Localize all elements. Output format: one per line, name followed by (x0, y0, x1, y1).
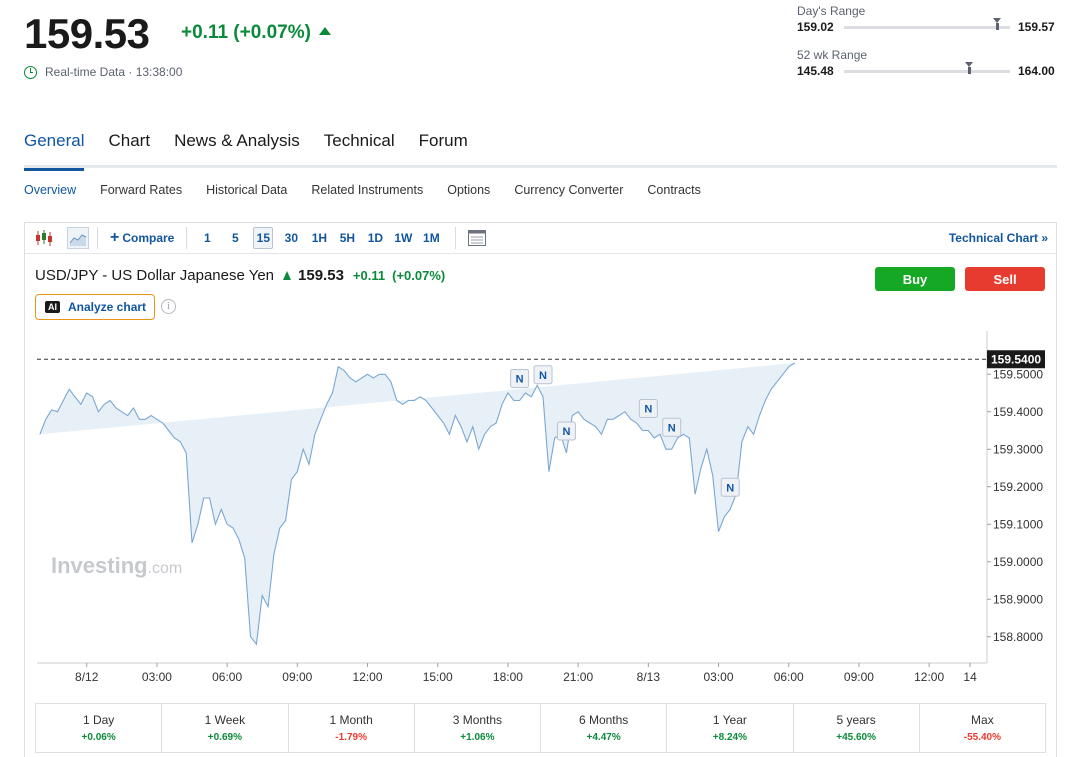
news-marker-label: N (668, 422, 676, 434)
x-tick-label: 14 (963, 670, 977, 684)
perf-1-month[interactable]: 1 Month -1.79% (289, 704, 415, 752)
x-tick-label: 12:00 (353, 670, 383, 684)
52wk-range: 52 wk Range 145.48 164.00 (797, 48, 1057, 78)
subnav-overview[interactable]: Overview (24, 183, 76, 197)
perf-value: +45.60% (836, 732, 876, 743)
price-area (39, 363, 795, 645)
x-tick-label: 09:00 (282, 670, 312, 684)
x-tick-label: 21:00 (563, 670, 593, 684)
y-tick-label: 159.3000 (993, 442, 1043, 456)
tab-news-analysis[interactable]: News & Analysis (162, 130, 312, 168)
52wk-range-marker (965, 61, 974, 74)
perf-label: 6 Months (578, 713, 629, 727)
y-tick-label: 159.4000 (993, 405, 1043, 419)
perf-label: 1 Week (204, 713, 246, 727)
subnav-currency-converter[interactable]: Currency Converter (514, 183, 623, 197)
x-tick-label: 8/12 (75, 670, 99, 684)
x-tick-label: 15:00 (423, 670, 453, 684)
clock-icon (24, 65, 37, 79)
tab-technical[interactable]: Technical (312, 130, 407, 168)
perf-label: 3 Months (452, 713, 503, 727)
y-tick-label: 158.9000 (993, 592, 1043, 606)
tab-forum[interactable]: Forum (407, 130, 480, 168)
x-tick-label: 06:00 (212, 670, 242, 684)
tab-general[interactable]: General (24, 130, 96, 171)
y-tick-label: 159.2000 (993, 480, 1043, 494)
tab-chart[interactable]: Chart (96, 130, 162, 168)
perf-label: 1 Month (329, 713, 373, 727)
perf-value: +8.24% (712, 732, 747, 743)
realtime-text: Real-time Data · 13:38:00 (45, 65, 183, 79)
days-range-low: 159.02 (797, 20, 834, 34)
x-tick-label: 18:00 (493, 670, 523, 684)
perf-value: +0.06% (81, 732, 116, 743)
subnav-forward-rates[interactable]: Forward Rates (100, 183, 182, 197)
x-tick-label: 09:00 (844, 670, 874, 684)
perf-1-day[interactable]: 1 Day +0.06% (36, 704, 163, 752)
y-tick-label: 158.8000 (993, 630, 1043, 644)
perf-value: +1.06% (460, 732, 495, 743)
perf-label: Max (971, 713, 994, 727)
perf-3-months[interactable]: 3 Months +1.06% (415, 704, 541, 752)
news-marker-label: N (539, 370, 547, 382)
perf-label: 1 Year (712, 713, 747, 727)
52wk-range-label: 52 wk Range (797, 48, 868, 62)
days-range-bar (844, 17, 1010, 30)
perf-value: -1.79% (335, 732, 367, 743)
chart-widget: + Compare 1 5 15 30 1H 5H 1D 1W 1M Techni… (24, 222, 1057, 757)
news-marker-label: N (516, 374, 524, 386)
x-tick-label: 03:00 (142, 670, 172, 684)
realtime-status: Real-time Data · 13:38:00 (24, 65, 182, 79)
perf-value: +4.47% (586, 732, 621, 743)
days-range-marker (993, 17, 1002, 30)
perf-1-year[interactable]: 1 Year +8.24% (667, 704, 794, 752)
up-arrow-icon (318, 27, 331, 35)
perf-label: 1 Day (82, 713, 115, 727)
52wk-range-high: 164.00 (1018, 64, 1055, 78)
performance-strip: 1 Day +0.06% 1 Week +0.69% 1 Month -1.79% 3… (35, 703, 1046, 753)
price-change-text: +0.11 (+0.07%) (181, 22, 311, 43)
price-change: +0.11 (+0.07%) (181, 22, 331, 44)
x-tick-label: 06:00 (774, 670, 804, 684)
main-tabs: General Chart News & Analysis Technical … (24, 130, 1057, 171)
perf-5-years[interactable]: 5 years +45.60% (794, 704, 920, 752)
watermark-logo: Investing.com (51, 553, 182, 578)
subnav-historical-data[interactable]: Historical Data (206, 183, 287, 197)
days-range-high: 159.57 (1018, 20, 1055, 34)
perf-1-week[interactable]: 1 Week +0.69% (162, 704, 289, 752)
subnav-options[interactable]: Options (447, 183, 490, 197)
perf-value: -55.40% (963, 732, 1001, 743)
x-tick-label: 03:00 (704, 670, 734, 684)
perf-value: +0.69% (207, 732, 242, 743)
news-marker-label: N (726, 482, 734, 494)
sub-navigation: Overview Forward Rates Historical Data R… (24, 183, 701, 197)
x-tick-label: 8/13 (637, 670, 661, 684)
days-range-label: Day's Range (797, 4, 866, 18)
perf-label: 5 years (836, 713, 876, 727)
news-marker-label: N (644, 404, 652, 416)
news-marker-label: N (562, 426, 570, 438)
days-range: Day's Range 159.02 159.57 (797, 4, 1057, 34)
52wk-range-low: 145.48 (797, 64, 834, 78)
perf-6-months[interactable]: 6 Months +4.47% (541, 704, 668, 752)
52wk-range-bar (844, 61, 1010, 74)
x-tick-label: 12:00 (914, 670, 944, 684)
perf-max[interactable]: Max -55.40% (920, 704, 1045, 752)
current-price-label: 159.5400 (991, 352, 1041, 366)
price-chart[interactable]: Investing.com 158.8000 158.9000 159.0000 159… (25, 223, 1056, 703)
y-tick-label: 159.0000 (993, 555, 1043, 569)
subnav-related-instruments[interactable]: Related Instruments (311, 183, 423, 197)
y-tick-label: 159.5000 (993, 367, 1043, 381)
subnav-contracts[interactable]: Contracts (647, 183, 701, 197)
last-price: 159.53 (24, 10, 150, 57)
y-tick-label: 159.1000 (993, 517, 1043, 531)
